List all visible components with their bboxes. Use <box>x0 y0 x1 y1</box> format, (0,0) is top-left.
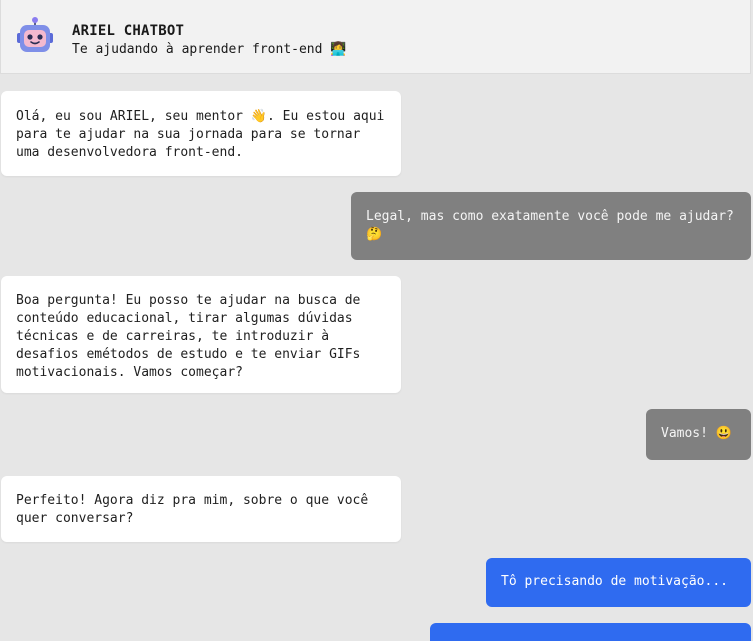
message-text: Olá, eu sou ARIEL, seu mentor 👋. Eu esto… <box>16 109 385 160</box>
bot-subtitle: Te ajudando à aprender front-end 👩‍💻 <box>72 42 347 57</box>
chat-window: ARIEL CHATBOT Te ajudando à aprender fro… <box>0 0 753 641</box>
message-text: Legal, mas como exatamente você pode me … <box>366 209 734 242</box>
message-text: Perfeito! Agora diz pra mim, sobre o que… <box>16 493 369 526</box>
user-message-option[interactable] <box>430 623 751 641</box>
bot-message: Boa pergunta! Eu posso te ajudar na busc… <box>1 276 401 393</box>
bot-message: Perfeito! Agora diz pra mim, sobre o que… <box>1 476 401 542</box>
message-text: Tô precisando de motivação... <box>501 574 728 589</box>
user-message-option[interactable]: Tô precisando de motivação... <box>486 558 751 607</box>
message-text: Vamos! 😃 <box>661 426 732 441</box>
bot-name: ARIEL CHATBOT <box>72 23 185 39</box>
robot-icon <box>17 17 53 52</box>
bot-message: Olá, eu sou ARIEL, seu mentor 👋. Eu esto… <box>1 91 401 176</box>
user-message: Legal, mas como exatamente você pode me … <box>351 192 751 260</box>
message-text: Boa pergunta! Eu posso te ajudar na busc… <box>16 293 361 380</box>
user-message: Vamos! 😃 <box>646 409 751 460</box>
chat-header: ARIEL CHATBOT Te ajudando à aprender fro… <box>0 0 751 74</box>
